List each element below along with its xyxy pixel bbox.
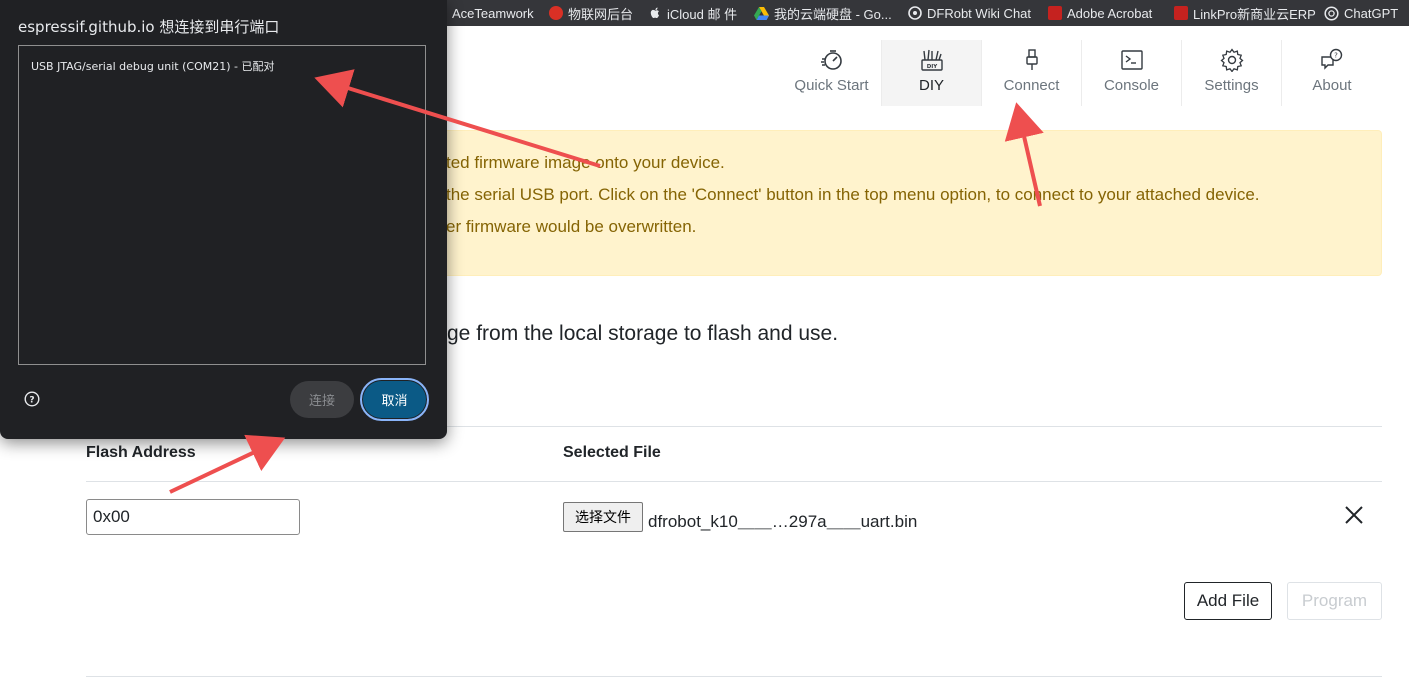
program-button[interactable]: Program: [1287, 582, 1382, 620]
bookmark-linkpro[interactable]: LinkPro新商业云ERP: [1174, 0, 1316, 26]
serial-port-list[interactable]: USB JTAG/serial debug unit (COM21) - 已配对: [18, 45, 426, 365]
terminal-icon: [1121, 50, 1143, 70]
adobe-acrobat-icon: [1048, 6, 1062, 20]
connect-button[interactable]: 连接: [290, 381, 354, 418]
chat-question-icon: ?: [1321, 48, 1343, 70]
alert-line-3: er firmware would be overwritten.: [446, 217, 697, 236]
cancel-button[interactable]: 取消: [360, 378, 429, 421]
nav-about[interactable]: ? About: [1282, 40, 1382, 106]
table-bottom-divider: [86, 676, 1382, 677]
dfrobot-icon: [908, 6, 922, 20]
bookmark-icloud-mail[interactable]: iCloud 邮 件: [648, 0, 737, 26]
svg-text:?: ?: [29, 396, 34, 406]
choose-file-button[interactable]: 选择文件: [563, 502, 643, 532]
remove-file-icon[interactable]: [1342, 503, 1366, 527]
nav-connect[interactable]: Connect: [982, 40, 1082, 106]
google-drive-icon: [754, 6, 769, 20]
linkpro-icon: [1174, 6, 1188, 20]
instruction-text: ge from the local storage to flash and u…: [447, 322, 839, 345]
column-header-flash-address: Flash Address: [86, 444, 196, 461]
nav-console[interactable]: Console: [1082, 40, 1182, 106]
nav-settings[interactable]: Settings: [1182, 40, 1282, 106]
flash-address-input[interactable]: [86, 499, 300, 535]
svg-text:DIY: DIY: [927, 64, 939, 70]
bookmark-chatgpt[interactable]: ChatGPT: [1324, 0, 1398, 26]
dialog-title: espressif.github.io 想连接到串行端口: [18, 18, 280, 36]
serial-port-item[interactable]: USB JTAG/serial debug unit (COM21) - 已配对: [31, 58, 274, 74]
alert-line-2: the serial USB port. Click on the 'Conne…: [446, 185, 1260, 204]
bookmark-adobe-acrobat[interactable]: Adobe Acrobat: [1048, 0, 1152, 26]
info-alert: ted firmware image onto your device. the…: [420, 130, 1382, 276]
apple-icon: [650, 7, 659, 18]
bookmark-google-drive[interactable]: 我的云端硬盘 - Go...: [754, 0, 892, 26]
bookmark-dfrobot-wiki[interactable]: DFRobt Wiki Chat: [908, 0, 1031, 26]
table-header-divider: [86, 481, 1382, 482]
add-file-button[interactable]: Add File: [1184, 582, 1272, 620]
selected-file-name: dfrobot_k10＿＿…297a＿＿uart.bin: [648, 512, 918, 531]
serial-port-dialog: espressif.github.io 想连接到串行端口 USB JTAG/se…: [0, 0, 447, 439]
usb-plug-icon: [1026, 49, 1038, 70]
column-header-selected-file: Selected File: [563, 444, 661, 461]
alert-line-1: ted firmware image onto your device.: [446, 153, 725, 172]
help-icon[interactable]: ?: [24, 391, 40, 407]
gear-icon: [1220, 48, 1244, 72]
iot-backend-icon: [549, 6, 563, 20]
chatgpt-icon: [1324, 5, 1339, 21]
svg-text:?: ?: [1334, 52, 1338, 60]
diy-icon: DIY: [921, 49, 943, 71]
quick-start-icon: [821, 50, 842, 70]
bookmark-iot-backend[interactable]: 物联网后台: [549, 0, 633, 26]
nav-diy[interactable]: DIY DIY: [882, 40, 982, 106]
bookmark-aceteamwork[interactable]: AceTeamwork: [452, 0, 534, 26]
nav-quick-start[interactable]: Quick Start: [782, 40, 882, 106]
